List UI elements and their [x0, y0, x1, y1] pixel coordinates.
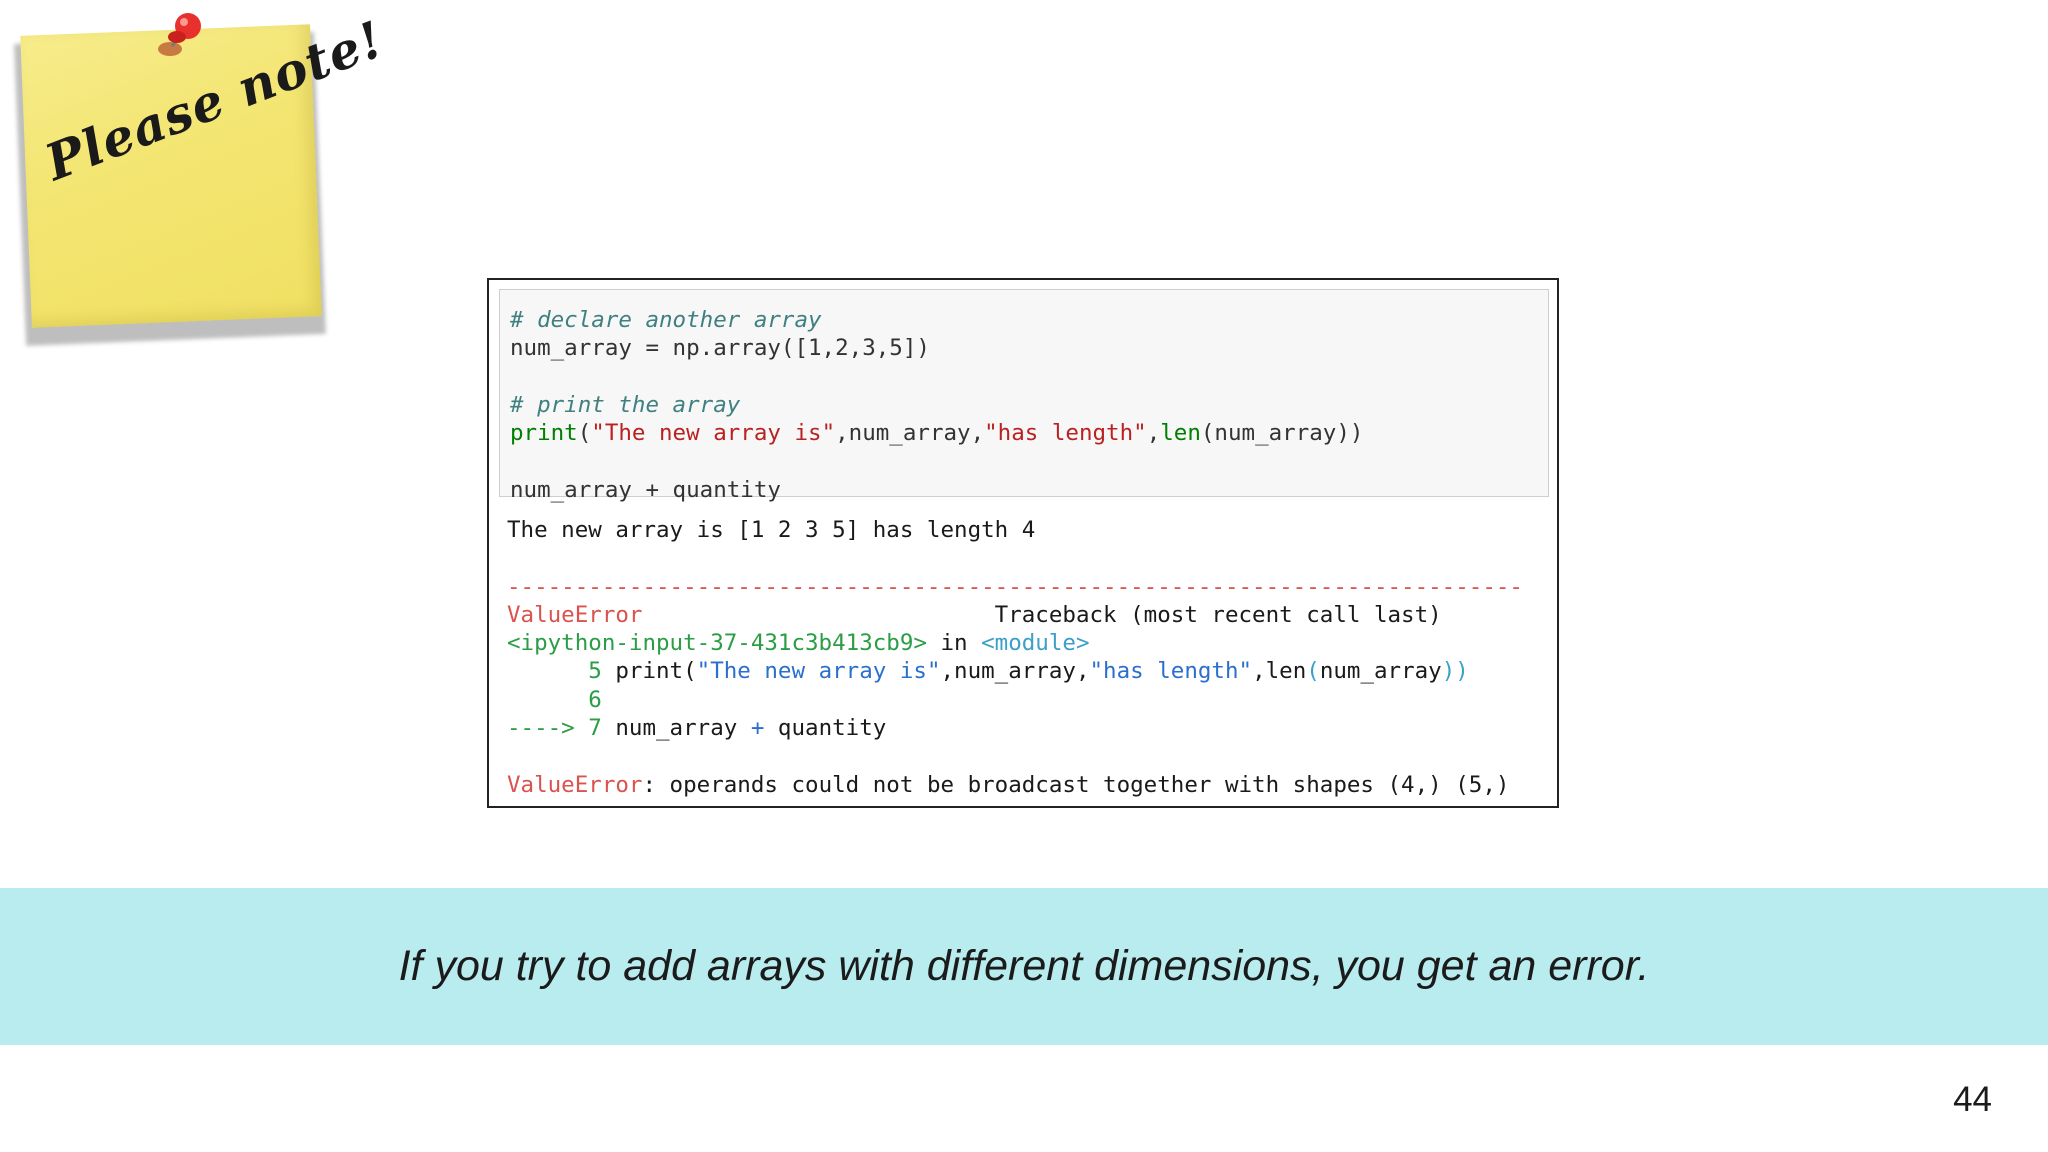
code-input-area[interactable]: # declare another array num_array = np.a… [499, 289, 1549, 503]
caption-banner: If you try to add arrays with different … [0, 888, 2048, 1045]
code-line-1: # declare another array [510, 307, 822, 333]
page-number: 44 [1953, 1080, 1992, 1119]
sticky-note: Please note! [0, 0, 392, 350]
tb-line-6: 6 [588, 686, 602, 713]
final-error: ValueError: operands could not be broadc… [507, 771, 1510, 798]
code-line-5: print("The new array is",num_array,"has … [510, 420, 1364, 447]
tb-line-7: ----> 7 num_array + quantity [507, 715, 887, 742]
output-printed: The new array is [1 2 3 5] has length 4 [507, 517, 1036, 543]
input-ref: <ipython-input-37-431c3b413cb9> [507, 630, 927, 657]
code-input-lines: # declare another array num_array = np.a… [510, 306, 1363, 504]
code-line-7: num_array + quantity [510, 476, 781, 503]
error-name: ValueError [507, 601, 643, 628]
output-separator: ----------------------------------------… [507, 573, 1523, 600]
code-line-2: num_array = np.array([1,2,3,5]) [510, 335, 930, 362]
code-output: The new array is [1 2 3 5] has length 4 … [507, 516, 1523, 799]
caption-text: If you try to add arrays with different … [398, 942, 1650, 990]
in-word: in [940, 630, 968, 657]
pushpin-icon [158, 13, 201, 56]
code-line-4: # print the array [510, 391, 741, 418]
code-cell: # declare another array num_array = np.a… [487, 278, 1559, 808]
traceback-header: Traceback (most recent call last) [994, 601, 1442, 628]
tb-line-5: 5 print("The new array is",num_array,"ha… [588, 658, 1469, 685]
module-ref: <module> [981, 630, 1090, 657]
